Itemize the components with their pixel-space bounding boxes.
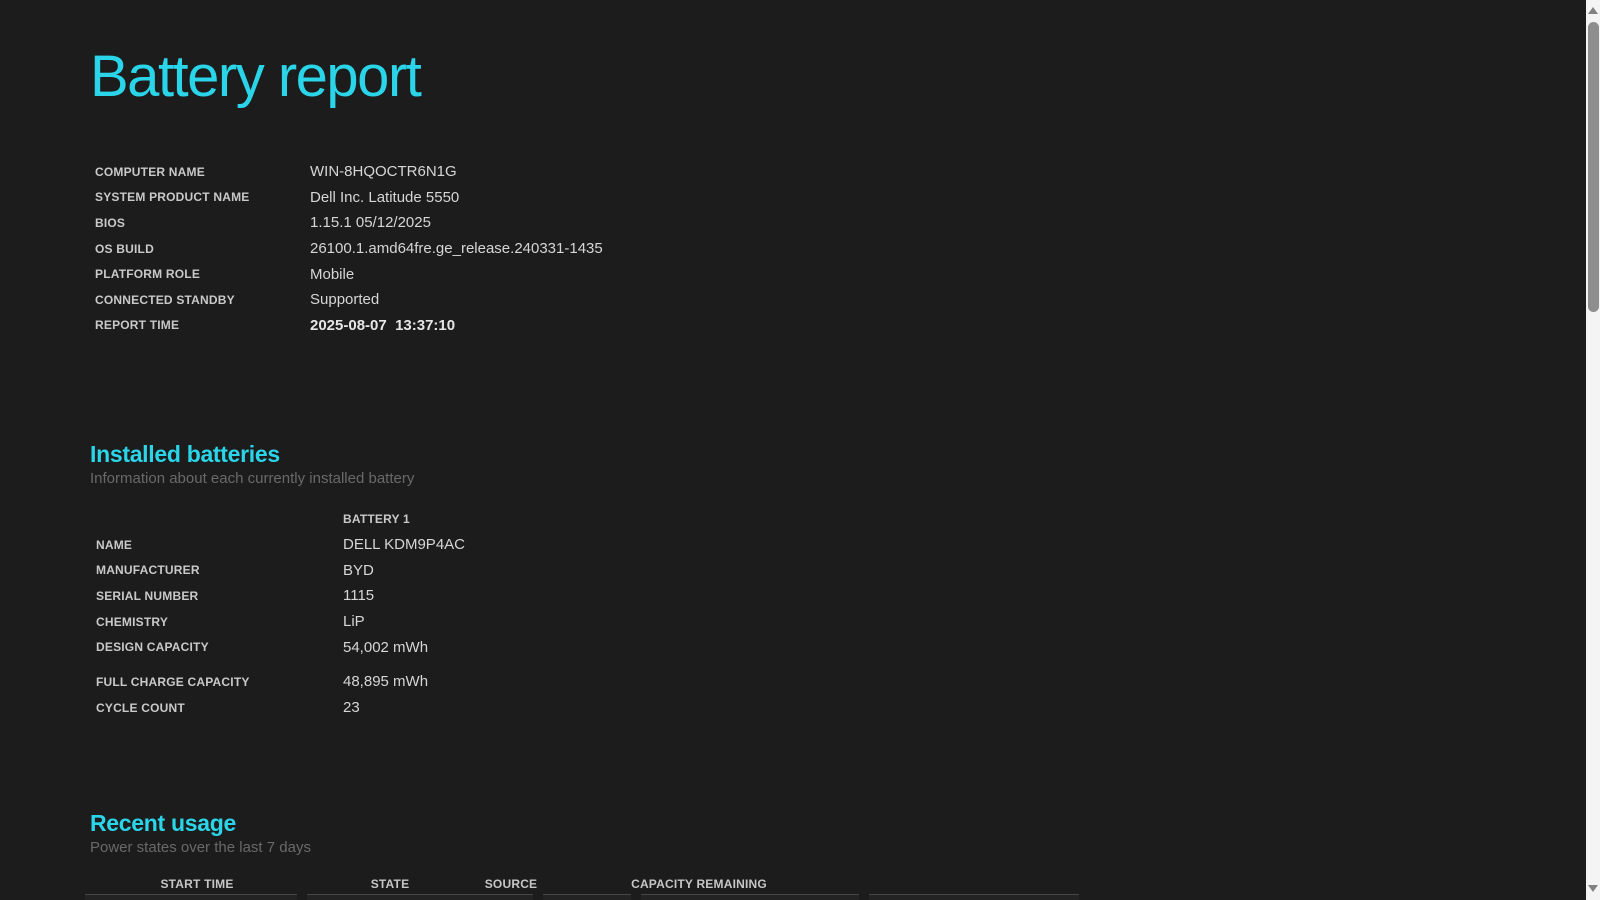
info-value: Dell Inc. Latitude 5550 <box>310 188 460 206</box>
page-title: Battery report <box>90 44 422 109</box>
battery-label: NAME <box>96 537 133 552</box>
table-row: SERIAL NUMBER 1115 <box>96 583 465 609</box>
scrollbar-down-button[interactable] <box>1586 880 1600 896</box>
table-row: SYSTEM PRODUCT NAME Dell Inc. Latitude 5… <box>95 185 603 211</box>
vertical-scrollbar[interactable] <box>1586 0 1600 900</box>
info-value: WIN-8HQOCTR6N1G <box>310 163 457 181</box>
battery-label: CHEMISTRY <box>96 614 169 629</box>
battery-value: LiP <box>343 613 365 631</box>
system-info-table: COMPUTER NAME WIN-8HQOCTR6N1G SYSTEM PRO… <box>95 159 603 338</box>
chevron-down-icon <box>1588 884 1598 892</box>
table-row: OS BUILD 26100.1.amd64fre.ge_release.240… <box>95 236 603 262</box>
info-value: 26100.1.amd64fre.ge_release.240331-1435 <box>310 240 603 258</box>
battery-value: 1115 <box>343 587 375 605</box>
table-row: CHEMISTRY LiP <box>96 609 465 635</box>
recent-usage-row-cell <box>543 894 631 900</box>
table-row: NAME DELL KDM9P4AC <box>96 532 465 558</box>
table-row: DESIGN CAPACITY 54,002 mWh <box>96 634 465 660</box>
recent-usage-col-capacity-remaining: CAPACITY REMAINING <box>631 877 767 891</box>
info-label: REPORT TIME <box>95 318 180 333</box>
battery-label: MANUFACTURER <box>96 563 200 578</box>
recent-usage-col-start-time: START TIME <box>160 877 234 891</box>
recent-usage-heading: Recent usage <box>90 810 236 836</box>
installed-batteries-heading: Installed batteries <box>90 441 280 467</box>
battery-label: FULL CHARGE CAPACITY <box>96 674 250 689</box>
battery-column-header: BATTERY 1 <box>343 511 410 526</box>
table-row: PLATFORM ROLE Mobile <box>95 261 603 287</box>
info-label: PLATFORM ROLE <box>95 267 201 282</box>
info-value: Supported <box>310 291 380 309</box>
scrollbar-thumb[interactable] <box>1587 22 1599 312</box>
info-label: BIOS <box>95 215 126 230</box>
table-row: CYCLE COUNT 23 <box>96 695 465 721</box>
battery-value: 48,895 mWh <box>343 673 429 691</box>
table-row: COMPUTER NAME WIN-8HQOCTR6N1G <box>95 159 603 185</box>
chevron-up-icon <box>1588 6 1598 14</box>
recent-usage-subtitle: Power states over the last 7 days <box>90 839 311 856</box>
installed-batteries-subtitle: Information about each currently install… <box>90 470 415 487</box>
table-row: FULL CHARGE CAPACITY 48,895 mWh <box>96 669 465 695</box>
battery-value: BYD <box>343 561 374 579</box>
table-row: BIOS 1.15.1 05/12/2025 <box>95 210 603 236</box>
recent-usage-row-cell <box>85 894 297 900</box>
recent-usage-row-cell <box>641 894 859 900</box>
recent-usage-col-source: SOURCE <box>484 877 538 891</box>
table-row: CONNECTED STANDBY Supported <box>95 287 603 313</box>
battery-label: DESIGN CAPACITY <box>96 640 209 655</box>
report-time-value: 2025-08-07 13:37:10 <box>310 316 456 334</box>
recent-usage-row-cell <box>869 894 1079 900</box>
installed-batteries-table: BATTERY 1 NAME DELL KDM9P4AC MANUFACTURE… <box>96 506 465 721</box>
battery-value: 23 <box>343 699 360 717</box>
info-value: 1.15.1 05/12/2025 <box>310 214 431 232</box>
info-label: OS BUILD <box>95 241 154 256</box>
recent-usage-col-state: STATE <box>370 877 410 891</box>
info-label: COMPUTER NAME <box>95 164 205 179</box>
battery-label: CYCLE COUNT <box>96 700 185 715</box>
battery-value: 54,002 mWh <box>343 638 429 656</box>
recent-usage-row-cell <box>307 894 533 900</box>
info-value: Mobile <box>310 265 355 283</box>
battery-value: DELL KDM9P4AC <box>343 536 465 554</box>
battery-report-page: Battery report COMPUTER NAME WIN-8HQOCTR… <box>0 0 1600 900</box>
table-row: REPORT TIME 2025-08-07 13:37:10 <box>95 313 603 339</box>
info-label: CONNECTED STANDBY <box>95 292 235 307</box>
info-label: SYSTEM PRODUCT NAME <box>95 190 250 205</box>
table-header-row: BATTERY 1 <box>96 506 465 532</box>
table-row: MANUFACTURER BYD <box>96 557 465 583</box>
scrollbar-up-button[interactable] <box>1586 2 1600 18</box>
battery-label: SERIAL NUMBER <box>96 588 199 603</box>
empty-cell <box>96 506 343 532</box>
spacer-row <box>96 660 465 669</box>
